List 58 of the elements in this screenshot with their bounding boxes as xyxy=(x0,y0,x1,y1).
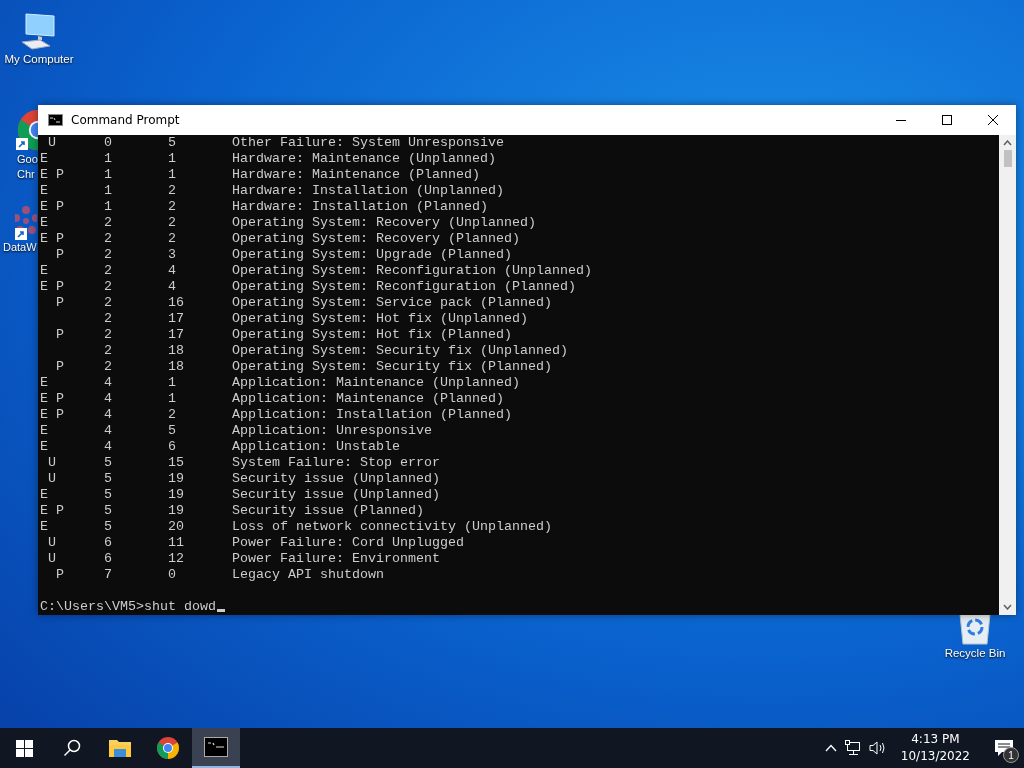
scroll-up-icon[interactable] xyxy=(1003,140,1012,146)
console-line: E P 2 2 Operating System: Recovery (Planned) xyxy=(40,231,520,246)
console-line: E P 1 1 Hardware: Maintenance (Planned) xyxy=(40,167,480,182)
console-line: E 4 1 Application: Maintenance (Unplanned) xyxy=(40,375,520,390)
scroll-thumb[interactable] xyxy=(1003,150,1012,167)
console-line: P 2 16 Operating System: Service pack (Planned) xyxy=(55,295,552,310)
console-line: E P 1 2 Hardware: Installation (Planned) xyxy=(40,199,488,214)
shortcut-arrow-icon xyxy=(15,228,27,240)
console-line: E 5 20 Loss of network connectivity (Unplanned) xyxy=(40,519,552,534)
console-line: U 5 19 Security issue (Unplanned) xyxy=(47,471,440,486)
shortcut-arrow-icon xyxy=(16,138,28,150)
clock-time[interactable]: 4:13 PM xyxy=(911,731,960,748)
icon-label: My Computer xyxy=(4,52,74,67)
console-line: E 1 2 Hardware: Installation (Unplanned) xyxy=(40,183,504,198)
speaker-icon[interactable] xyxy=(868,740,887,756)
maximize-icon xyxy=(942,115,952,125)
console-line: U 6 12 Power Failure: Environment xyxy=(47,551,440,566)
scroll-down-icon[interactable] xyxy=(1003,604,1012,610)
icon-label: Chr xyxy=(17,167,36,182)
console-line: E 5 19 Security issue (Unplanned) xyxy=(40,487,440,502)
console-line: 2 17 Operating System: Hot fix (Unplanned) xyxy=(103,311,528,326)
console-line: U 0 5 Other Failure: System Unresponsive xyxy=(47,135,504,150)
icon-label: Goo xyxy=(17,152,38,167)
console-line: 2 18 Operating System: Security fix (Unplanned) xyxy=(103,343,568,358)
notification-count: 1 xyxy=(1003,747,1019,763)
console-line: P 2 18 Operating System: Security fix (Planned) xyxy=(55,359,552,374)
console-line: P 7 0 Legacy API shutdown xyxy=(55,567,384,582)
console-line: E 2 4 Operating System: Reconfiguration (Unplanned) xyxy=(40,263,592,278)
command-prompt-line: C:\Users\VM5>shut dowd xyxy=(40,599,216,614)
console-line: P 2 17 Operating System: Hot fix (Planned) xyxy=(55,327,512,342)
console-line: E P 5 19 Security issue (Planned) xyxy=(40,503,424,518)
chrome-icon xyxy=(156,736,180,760)
console-line: U 5 15 System Failure: Stop error xyxy=(47,455,440,470)
console-line: E P 4 2 Application: Installation (Planned) xyxy=(40,407,512,422)
command-prompt-icon xyxy=(204,737,228,757)
console-line: E 1 1 Hardware: Maintenance (Unplanned) xyxy=(40,151,496,166)
console-line: E 4 6 Application: Unstable xyxy=(40,439,400,454)
icon-label: Recycle Bin xyxy=(944,646,1006,661)
console-line: U 6 11 Power Failure: Cord Unplugged xyxy=(47,535,464,550)
console-line: P 2 3 Operating System: Upgrade (Planned) xyxy=(55,247,512,262)
text-cursor xyxy=(216,609,225,612)
windows-logo-icon xyxy=(15,739,33,757)
clock-date[interactable]: 10/13/2022 xyxy=(900,748,970,765)
network-icon[interactable] xyxy=(844,740,861,756)
icon-label: DataW xyxy=(3,240,37,255)
notification-button[interactable]: 1 xyxy=(984,728,1024,768)
chevron-up-icon[interactable] xyxy=(824,744,837,752)
console-line: E P 4 1 Application: Maintenance (Planned) xyxy=(40,391,504,406)
window-title: Command Prompt xyxy=(71,113,180,127)
scrollbar[interactable] xyxy=(999,135,1016,615)
close-icon xyxy=(988,115,998,125)
console-line: E 2 2 Operating System: Recovery (Unplanned) xyxy=(40,215,536,230)
console-line: E P 2 4 Operating System: Reconfiguration (Planned) xyxy=(40,279,576,294)
search-icon xyxy=(63,739,81,757)
taskbar-app-button[interactable] xyxy=(192,728,240,768)
console-line: E 4 5 Application: Unresponsive xyxy=(40,423,432,438)
command-prompt-icon xyxy=(48,114,63,126)
folder-icon xyxy=(108,737,132,759)
